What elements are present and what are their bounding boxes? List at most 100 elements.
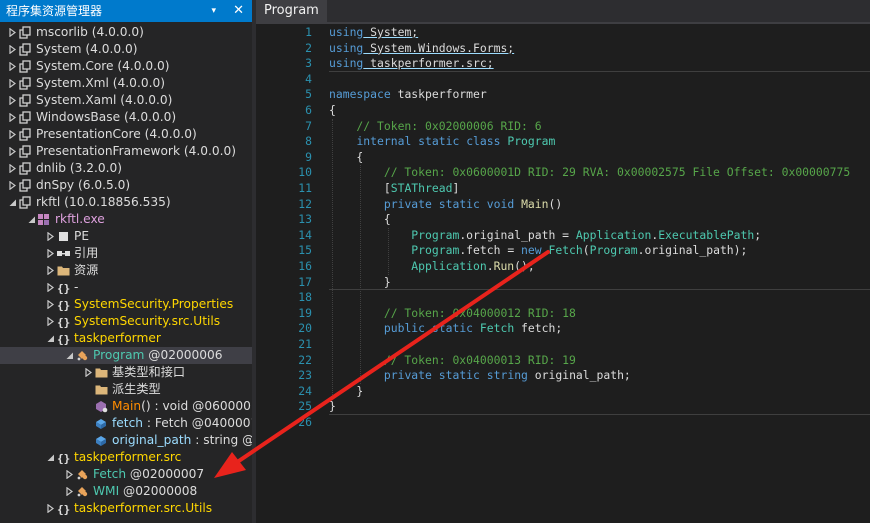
node-token: @0600001	[192, 399, 252, 413]
tree-node-ns-taskperformer-src[interactable]: {} taskperformer.src	[0, 449, 252, 466]
node-name: System (4.0.0.0)	[36, 42, 138, 56]
dropdown-icon[interactable]: ▾	[211, 0, 216, 22]
expand-arrow-icon[interactable]	[7, 75, 17, 92]
code-token: Application	[575, 227, 652, 242]
tree-node-label: System.Core (4.0.0.0)	[36, 58, 170, 75]
code-token: }	[329, 383, 364, 398]
folder-icon	[95, 383, 108, 396]
code-line: // Token: 0x02000006 RID: 6	[329, 119, 541, 135]
collapse-arrow-icon[interactable]	[64, 347, 74, 364]
expand-arrow-icon[interactable]	[83, 364, 93, 381]
assembly-icon	[19, 179, 32, 192]
expand-arrow-icon[interactable]	[45, 279, 55, 296]
tree-node-ns-utils[interactable]: {} SystemSecurity.src.Utils	[0, 313, 252, 330]
tree-node-system-xml[interactable]: System.Xml (4.0.0.0)	[0, 75, 252, 92]
tree-node-pe[interactable]: PE	[0, 228, 252, 245]
code-token: taskperformer	[390, 87, 487, 102]
tree-node-dnspy[interactable]: dnSpy (6.0.5.0)	[0, 177, 252, 194]
tree-node-ns-taskperformer-utils[interactable]: {} taskperformer.src.Utils	[0, 500, 252, 517]
node-name: rkftl (10.0.18856.535)	[36, 195, 171, 209]
expand-arrow-icon[interactable]	[7, 177, 17, 194]
expand-arrow-icon[interactable]	[7, 160, 17, 177]
node-name: System.Xml (4.0.0.0)	[36, 76, 165, 90]
assembly-explorer-titlebar: 程序集资源管理器 ▾ ✕	[0, 0, 252, 22]
tree-node-class-fetch[interactable]: Fetch @02000007	[0, 466, 252, 483]
expand-arrow-icon[interactable]	[7, 126, 17, 143]
line-number: 15	[298, 243, 312, 258]
tree-node-mscorlib[interactable]: mscorlib (4.0.0.0)	[0, 24, 252, 41]
node-name: -	[74, 280, 79, 294]
expand-arrow-icon[interactable]	[45, 296, 55, 313]
tree-node-rkftl-exe[interactable]: rkftl.exe	[0, 211, 252, 228]
code-line: internal static class Program	[329, 134, 555, 150]
tree-node-system-core[interactable]: System.Core (4.0.0.0)	[0, 58, 252, 75]
class-icon	[76, 468, 89, 481]
tree-node-windowsbase[interactable]: WindowsBase (4.0.0.0)	[0, 109, 252, 126]
code-line: {	[329, 103, 336, 119]
tree-node-dnlib[interactable]: dnlib (3.2.0.0)	[0, 160, 252, 177]
node-name: 基类型和接口	[112, 365, 186, 379]
code-token: ;	[754, 227, 762, 242]
class-icon	[76, 485, 89, 498]
node-token: @02000007	[129, 467, 205, 481]
line-number: 2	[305, 40, 312, 55]
expand-arrow-icon[interactable]	[45, 262, 55, 279]
close-icon[interactable]: ✕	[233, 0, 244, 22]
field-icon	[95, 434, 108, 447]
line-number: 17	[298, 274, 312, 289]
expand-arrow-icon[interactable]	[64, 483, 74, 500]
tree-node-presentationcore[interactable]: PresentationCore (4.0.0.0)	[0, 126, 252, 143]
tree-node-rkftl[interactable]: rkftl (10.0.18856.535)	[0, 194, 252, 211]
tree-node-label: taskperformer.src	[74, 449, 181, 466]
expand-arrow-icon[interactable]	[7, 92, 17, 109]
collapse-arrow-icon[interactable]	[7, 194, 17, 211]
node-name: taskperformer.src	[74, 450, 182, 464]
code-view[interactable]: using System; using System.Windows.Forms;…	[329, 24, 870, 523]
expand-arrow-icon[interactable]	[7, 41, 17, 58]
tree-node-base-types[interactable]: 基类型和接口	[0, 364, 252, 381]
tree-node-label: 派生类型	[112, 381, 161, 398]
expand-arrow-icon[interactable]	[64, 466, 74, 483]
tree-node-m-main[interactable]: Main() : void @0600001	[0, 398, 252, 415]
tree-node-label: rkftl.exe	[55, 211, 105, 228]
tree-node-ns-props[interactable]: {} SystemSecurity.Properties	[0, 296, 252, 313]
tree-node-ns-taskperformer[interactable]: {} taskperformer	[0, 330, 252, 347]
tree-node-class-program[interactable]: Program @02000006	[0, 347, 252, 364]
tree-node-f-original-path[interactable]: original_path : string @	[0, 432, 252, 449]
expand-arrow-icon[interactable]	[45, 500, 55, 517]
code-token: Program	[507, 134, 556, 149]
line-number: 5	[305, 87, 312, 102]
collapse-arrow-icon[interactable]	[45, 449, 55, 466]
collapse-arrow-icon[interactable]	[45, 330, 55, 347]
code-line: [STAThread]	[329, 181, 459, 197]
tree-node-resources[interactable]: 资源	[0, 262, 252, 279]
tree-node-system-xaml[interactable]: System.Xaml (4.0.0.0)	[0, 92, 252, 109]
tab-program[interactable]: Program	[256, 0, 327, 22]
collapse-arrow-icon[interactable]	[26, 211, 36, 228]
expand-arrow-icon[interactable]	[7, 143, 17, 160]
tree-node-f-fetch[interactable]: fetch : Fetch @0400001	[0, 415, 252, 432]
node-token: @02000006	[148, 348, 223, 362]
tree-node-presentationframework[interactable]: PresentationFramework (4.0.0.0)	[0, 143, 252, 160]
tree-node-class-wmi[interactable]: WMI @02000008	[0, 483, 252, 500]
tree-node-ns-empty[interactable]: {} -	[0, 279, 252, 296]
expand-arrow-icon[interactable]	[7, 109, 17, 126]
tree-node-derived-types[interactable]: 派生类型	[0, 381, 252, 398]
tree-node-refs[interactable]: 引用	[0, 245, 252, 262]
expand-arrow-icon[interactable]	[45, 245, 55, 262]
expand-arrow-icon[interactable]	[45, 313, 55, 330]
tree-node-label: mscorlib (4.0.0.0)	[36, 24, 144, 41]
code-token: Run	[493, 259, 515, 273]
tree-node-system[interactable]: System (4.0.0.0)	[0, 41, 252, 58]
code-line: }	[329, 384, 363, 400]
namespace-icon: {}	[57, 315, 70, 329]
code-token: System;	[363, 25, 419, 39]
node-name: 派生类型	[112, 382, 161, 396]
expand-arrow-icon[interactable]	[7, 58, 17, 75]
assembly-icon	[19, 111, 32, 124]
expand-arrow-icon[interactable]	[45, 228, 55, 245]
expand-arrow-icon[interactable]	[7, 24, 17, 41]
code-token: Program	[589, 243, 638, 258]
